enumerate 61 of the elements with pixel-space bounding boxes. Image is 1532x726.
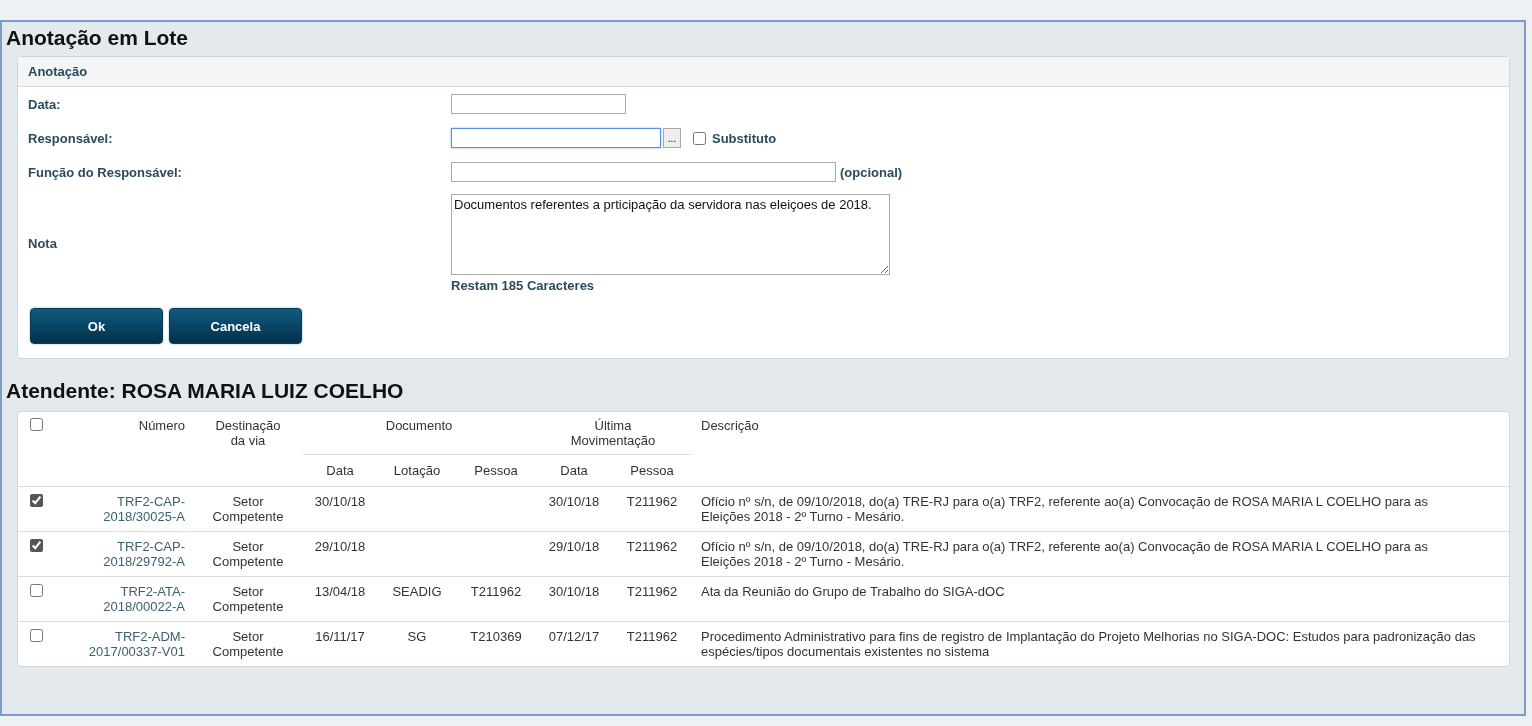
table-cell: Ofício nº s/n, de 09/10/2018, do(a) TRE-RJ para o(a) TRF2, referente ao(a) Convocação de ROSA MARIA L COELHO para as Eleições 2018 - 2º Turno - Mesário. [701, 539, 1429, 569]
optional-hint: (opcional) [840, 164, 903, 180]
table-cell-text: Setor Competente [211, 539, 285, 569]
column-header: Pessoa [630, 463, 674, 478]
table-cell: 30/10/18 [548, 584, 600, 599]
date-field[interactable] [451, 94, 626, 114]
table-cell: 30/10/18 [548, 494, 600, 509]
field-label: Data: [28, 96, 62, 112]
section-header: Anotação [18, 57, 1509, 87]
responsible-field[interactable] [451, 128, 661, 148]
column-header: Última Movimentação [569, 418, 657, 448]
column-header: Data [560, 463, 588, 478]
row-checkbox[interactable] [30, 539, 43, 552]
document-number-link[interactable]: TRF2-CAP-2018/30025-A [88, 494, 185, 524]
table-cell: 16/11/17 [315, 629, 365, 644]
table-cell: SEADIG [392, 584, 442, 599]
table-cell: T210369 [470, 629, 522, 644]
cancel-button[interactable]: Cancela [169, 308, 302, 344]
field-label: Nota [28, 236, 58, 251]
page-title: Anotação em Lote [6, 26, 189, 50]
table-cell: SG [407, 629, 427, 644]
substitute-checkbox[interactable] [693, 131, 706, 145]
row-checkbox[interactable] [30, 494, 43, 507]
table-cell: T211962 [626, 629, 678, 644]
note-field[interactable]: Documentos referentes a prticipação da servidora nas eleiçoes de 2018. [451, 194, 890, 275]
checkbox-label: Substituto [712, 130, 777, 146]
table-cell: T211962 [626, 494, 678, 509]
table-cell: T211962 [626, 584, 678, 599]
table-cell: 29/10/18 [314, 539, 366, 554]
table-cell: Ofício nº s/n, de 09/10/2018, do(a) TRE-RJ para o(a) TRF2, referente ao(a) Convocação de ROSA MARIA L COELHO para as Eleições 2018 - 2º Turno - Mesário. [701, 494, 1429, 524]
field-label: Função do Responsável: [28, 164, 183, 180]
table-cell: 29/10/18 [548, 539, 600, 554]
table-cell: T211962 [626, 539, 678, 554]
table-cell-text: Setor Competente [211, 494, 285, 524]
table-cell: 13/04/18 [314, 584, 366, 599]
column-header: Data [326, 463, 354, 478]
table-cell-text: Setor Competente [211, 629, 285, 659]
field-label: Responsável: [28, 130, 114, 146]
row-checkbox[interactable] [30, 629, 43, 642]
column-header: Lotação [393, 463, 441, 478]
column-header: Número [138, 418, 185, 433]
column-header: Pessoa [474, 463, 518, 478]
table-cell: Ata da Reunião do Grupo de Trabalho do SIGA-dOC [701, 584, 1005, 599]
row-checkbox[interactable] [30, 584, 43, 597]
table-cell: 07/12/17 [548, 629, 600, 644]
table-cell: T211962 [470, 584, 522, 599]
function-field[interactable] [451, 162, 836, 182]
column-header: Documento [385, 418, 453, 433]
column-header: Descrição [701, 418, 759, 433]
document-number-link[interactable]: TRF2-ATA-2018/00022-A [88, 584, 185, 614]
table-cell: Procedimento Administrativo para fins de registro de Implantação do Projeto Melhorias no SIGA-DOC: Estudos para padronização das espécies/tipos documentais existentes no sistema [701, 629, 1476, 659]
table-cell: 30/10/18 [314, 494, 366, 509]
select-all-checkbox[interactable] [30, 418, 43, 431]
document-number-link[interactable]: TRF2-CAP-2018/29792-A [88, 539, 185, 569]
attendant-heading: Atendente: ROSA MARIA LUIZ COELHO [6, 379, 404, 403]
column-header: Destinação da via [214, 418, 282, 448]
table-cell-text: Setor Competente [211, 584, 285, 614]
character-counter: Restam 185 Caracteres [451, 278, 596, 293]
document-number-link[interactable]: TRF2-ADM-2017/00337-V01 [88, 629, 185, 659]
ok-button[interactable]: Ok [30, 308, 163, 344]
lookup-button[interactable]: ... [663, 128, 681, 148]
